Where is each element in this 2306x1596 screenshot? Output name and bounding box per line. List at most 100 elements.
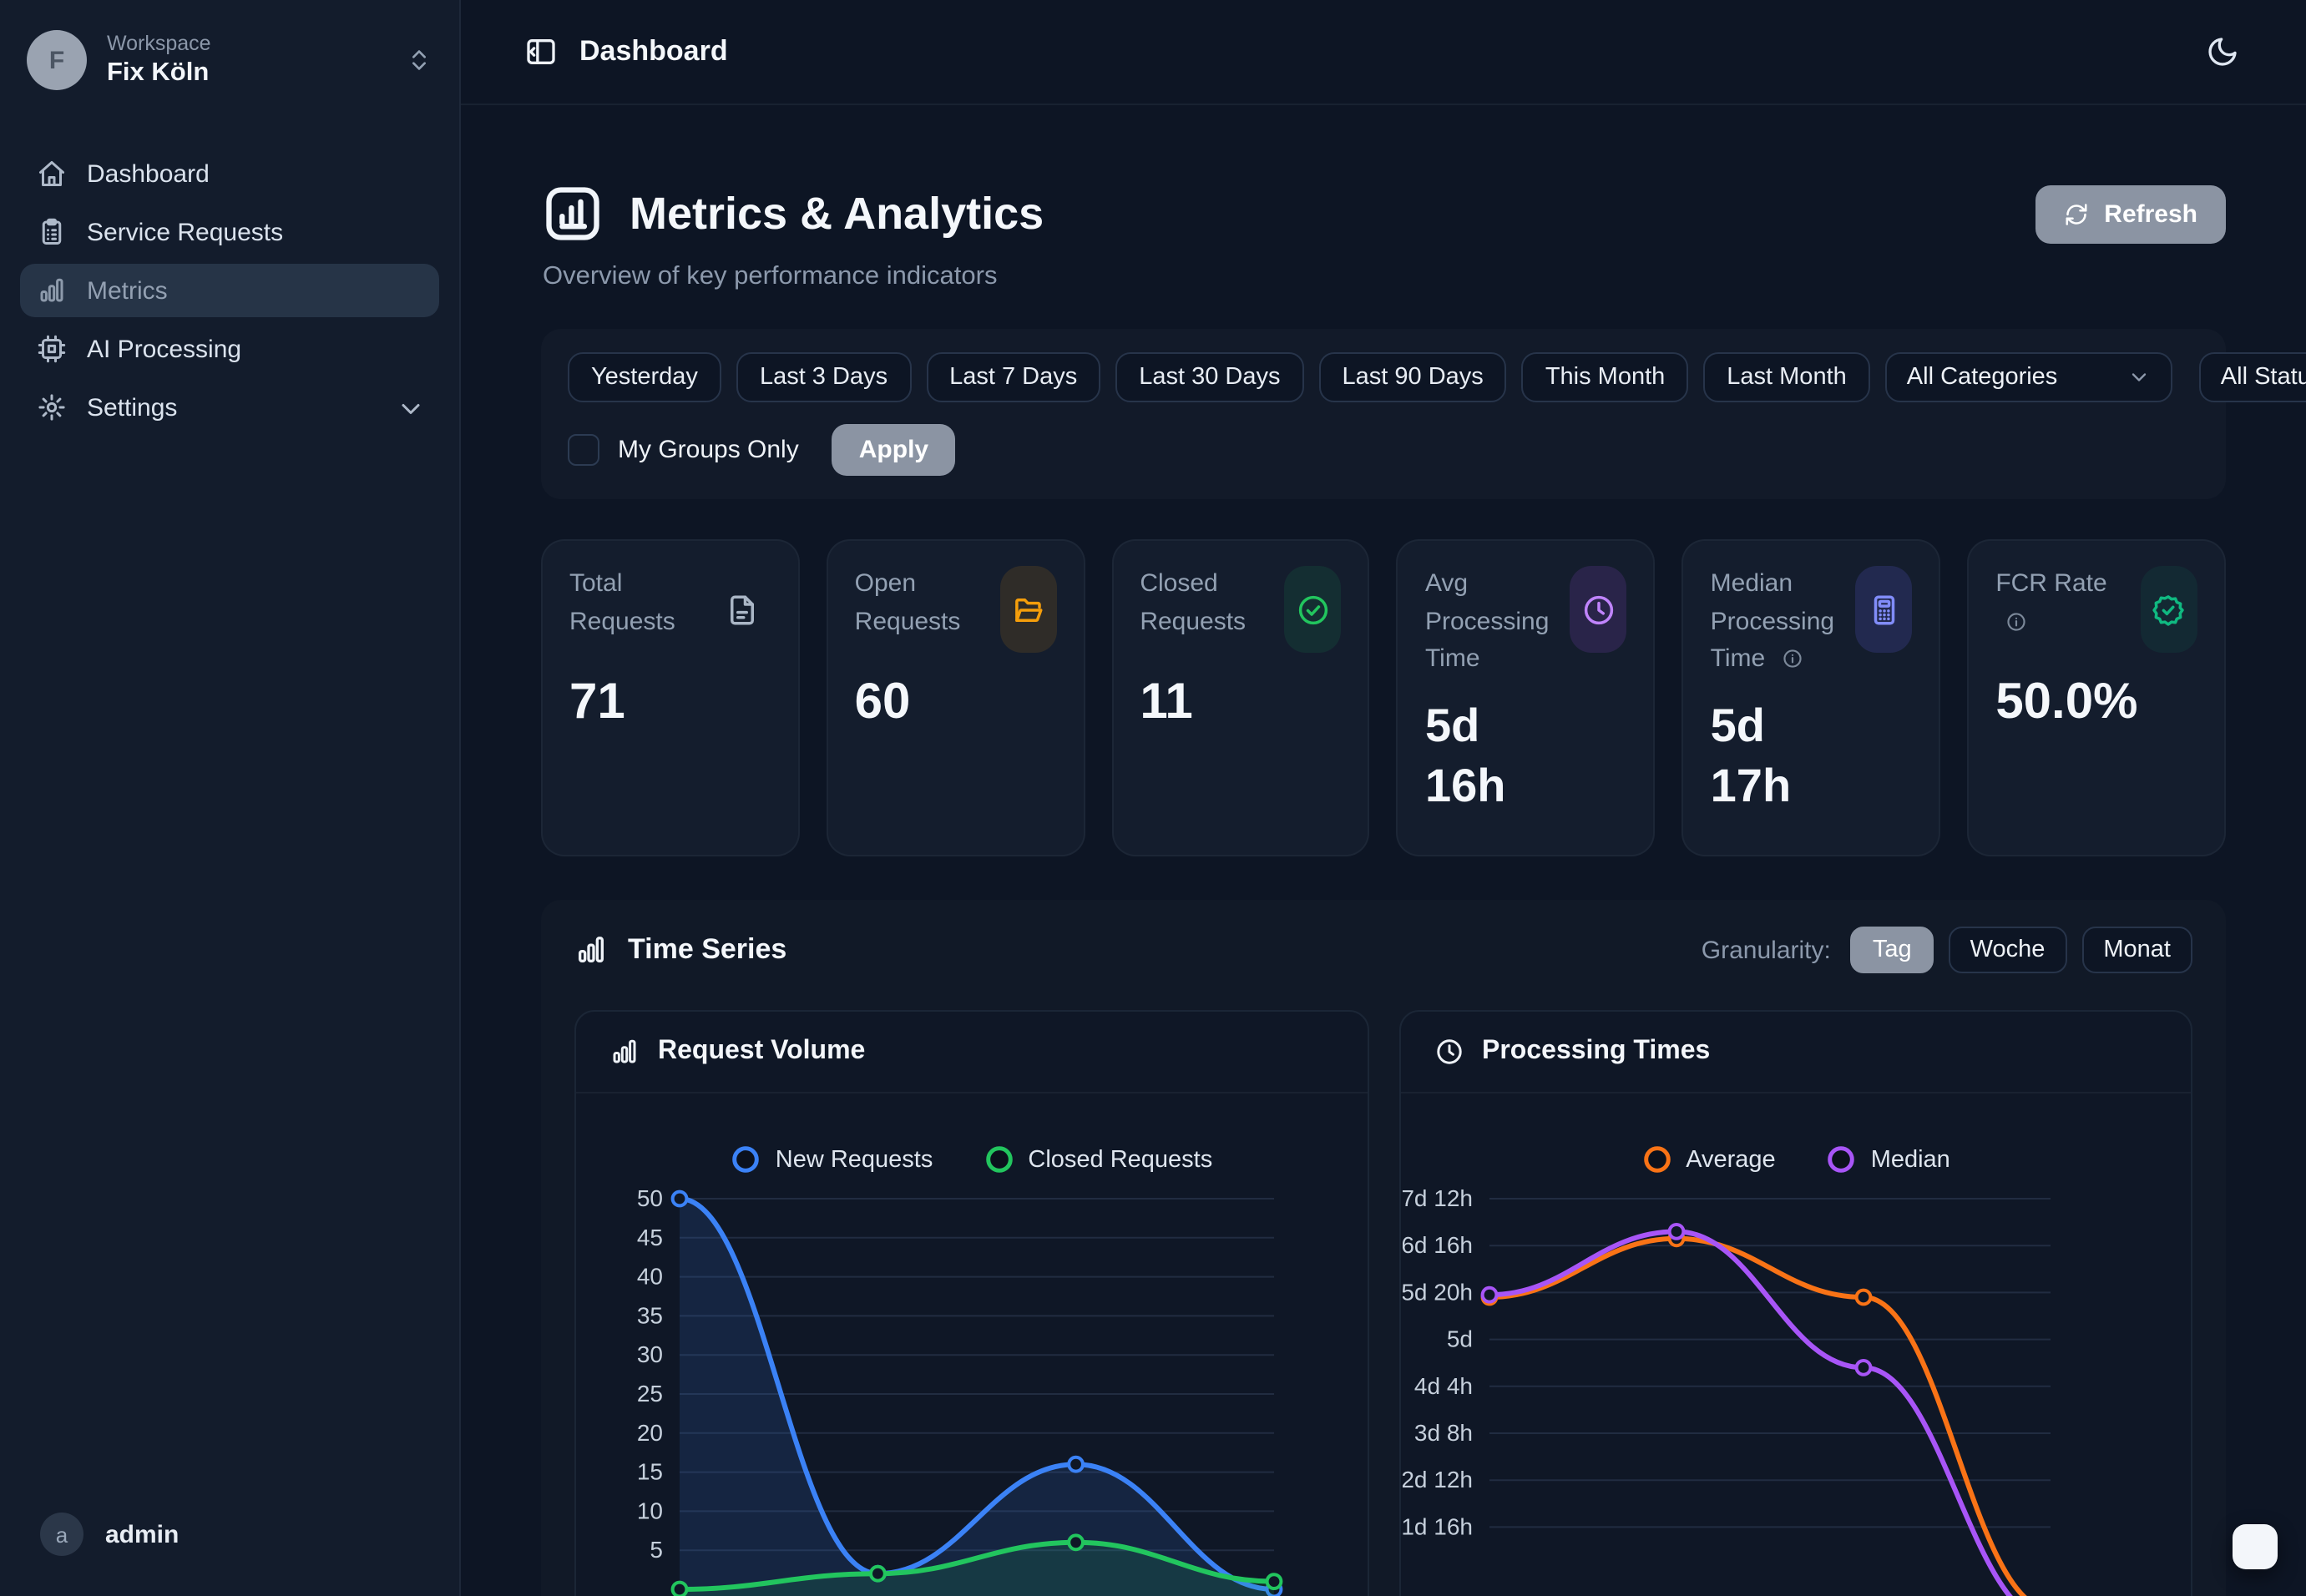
stat-card-top: Open Requests	[855, 566, 1057, 653]
stat-card-median-processing-time: Median Processing Time 5d 17h	[1682, 539, 1941, 856]
legend-item-median[interactable]: Median	[1826, 1144, 1950, 1175]
svg-text:35: 35	[636, 1302, 662, 1328]
time-series-panel: Time Series Granularity: Tag Woche Monat R…	[541, 900, 2226, 1596]
svg-text:5: 5	[650, 1537, 663, 1563]
workspace-label: Workspace	[107, 30, 211, 58]
stat-card-top: Closed Requests	[1140, 566, 1342, 653]
legend-label: Closed Requests	[1028, 1146, 1212, 1173]
legend-item-new-requests[interactable]: New Requests	[731, 1144, 933, 1175]
sidebar-item-ai-processing[interactable]: AI Processing	[20, 323, 439, 376]
content: Metrics & Analytics Refresh Overview of …	[461, 105, 2306, 1596]
stat-value: 5d 16h	[1425, 695, 1627, 817]
panel-left-icon[interactable]	[524, 35, 558, 68]
sidebar-item-label: Settings	[87, 394, 177, 422]
sidebar-item-dashboard[interactable]: Dashboard	[20, 148, 439, 201]
stat-value: 71	[569, 669, 771, 735]
request-volume-card: Request Volume New Requests Closed Reques…	[574, 1010, 1368, 1596]
svg-text:45: 45	[636, 1225, 662, 1250]
stat-value: 50.0%	[1995, 669, 2197, 735]
sidebar-item-label: Dashboard	[87, 160, 210, 189]
stat-card-closed-requests: Closed Requests11	[1111, 539, 1370, 856]
legend-label: Average	[1686, 1146, 1776, 1173]
page-subtitle: Overview of key performance indicators	[543, 262, 2226, 292]
range-pill-last-month[interactable]: Last Month	[1703, 352, 1870, 402]
stat-label: Total Requests	[569, 566, 701, 653]
divider	[576, 1092, 1367, 1093]
sidebar-item-metrics[interactable]: Metrics	[20, 265, 439, 318]
filter-row-ranges: Yesterday Last 3 Days Last 7 Days Last 30 D…	[568, 352, 2199, 402]
legend-label: New Requests	[776, 1146, 933, 1173]
legend-label: Median	[1871, 1146, 1950, 1173]
info-icon	[2005, 610, 2027, 632]
request-volume-title: Request Volume	[658, 1037, 865, 1067]
processing-times-header: Processing Times	[1400, 1012, 2191, 1092]
sidebar-item-label: AI Processing	[87, 336, 241, 364]
svg-text:40: 40	[636, 1264, 662, 1290]
workspace-switcher[interactable]: F Workspace Fix Köln	[0, 0, 459, 111]
clipboard-icon	[37, 218, 67, 248]
stat-card-avg-processing-time: Avg Processing Time 5d 16h	[1397, 539, 1656, 856]
range-pill-last-7-days[interactable]: Last 7 Days	[926, 352, 1100, 402]
stat-label: Open Requests	[855, 566, 987, 653]
moon-icon[interactable]	[2206, 35, 2239, 68]
svg-text:5d: 5d	[1447, 1326, 1473, 1352]
clock-icon	[1570, 566, 1627, 653]
sidebar-item-settings[interactable]: Settings	[20, 381, 439, 435]
granularity-group: Granularity: Tag Woche Monat	[1702, 927, 2192, 973]
folder-open-icon	[999, 566, 1056, 653]
status-select[interactable]: All Statuses	[2199, 352, 2306, 402]
request-volume-legend: New Requests Closed Requests	[576, 1144, 1367, 1175]
refresh-button[interactable]: Refresh	[2035, 184, 2226, 243]
range-pill-this-month[interactable]: This Month	[1522, 352, 1688, 402]
check-circle-icon	[1285, 566, 1342, 653]
calculator-icon	[1855, 566, 1912, 653]
range-pill-yesterday[interactable]: Yesterday	[568, 352, 721, 402]
stat-card-top: Avg Processing Time	[1425, 566, 1627, 679]
range-pill-last-3-days[interactable]: Last 3 Days	[736, 352, 911, 402]
request-volume-header: Request Volume	[576, 1012, 1367, 1092]
sidebar-user[interactable]: a admin	[0, 1486, 459, 1596]
sidebar-item-service-requests[interactable]: Service Requests	[20, 206, 439, 260]
granularity-woche[interactable]: Woche	[1949, 927, 2067, 973]
svg-text:4d 4h: 4d 4h	[1414, 1373, 1473, 1399]
processing-times-title: Processing Times	[1482, 1037, 1710, 1067]
user-avatar: a	[40, 1513, 83, 1556]
range-pill-last-30-days[interactable]: Last 30 Days	[1115, 352, 1303, 402]
topbar: Dashboard	[461, 0, 2306, 105]
my-groups-label: My Groups Only	[618, 436, 799, 464]
granularity-label: Granularity:	[1702, 936, 1831, 964]
granularity-tag[interactable]: Tag	[1851, 927, 1934, 973]
floating-widget-button[interactable]	[2233, 1524, 2278, 1569]
apply-button[interactable]: Apply	[832, 424, 955, 476]
svg-text:25: 25	[636, 1381, 662, 1407]
divider	[1400, 1092, 2191, 1093]
time-series-title: Time Series	[628, 933, 786, 967]
chevron-down-icon	[2127, 366, 2151, 389]
filter-row-actions: My Groups Only Apply	[568, 424, 2199, 476]
bar-chart-icon	[574, 933, 608, 967]
granularity-monat[interactable]: Monat	[2081, 927, 2192, 973]
svg-text:6d 16h: 6d 16h	[1403, 1232, 1474, 1258]
processing-times-chart: 7d 12h6d 16h5d 20h5d4d 4h3d 8h2d 12h1d 1…	[1403, 1185, 2188, 1596]
svg-text:10: 10	[636, 1498, 662, 1523]
category-select[interactable]: All Categories	[1885, 352, 2172, 402]
stat-card-top: FCR Rate	[1995, 566, 2197, 653]
status-select-value: All Statuses	[2221, 364, 2306, 391]
workspace-meta: Workspace Fix Köln	[107, 30, 211, 91]
charts-grid: Request Volume New Requests Closed Reques…	[574, 1010, 2192, 1596]
my-groups-checkbox[interactable]	[568, 434, 599, 466]
refresh-label: Refresh	[2104, 200, 2197, 228]
svg-text:5d 20h: 5d 20h	[1403, 1279, 1474, 1305]
processing-times-card: Processing Times AverageMedian 7d 12h6d …	[1398, 1010, 2192, 1596]
sidebar-item-label: Metrics	[87, 277, 168, 306]
user-name: admin	[105, 1520, 179, 1548]
granularity-buttons: Tag Woche Monat	[1851, 927, 2192, 973]
range-pill-last-90-days[interactable]: Last 90 Days	[1319, 352, 1507, 402]
stat-label: FCR Rate	[1995, 566, 2127, 653]
gear-icon	[37, 393, 67, 423]
legend-item-closed-requests[interactable]: Closed Requests	[983, 1144, 1212, 1175]
legend-item-average[interactable]: Average	[1641, 1144, 1776, 1175]
stat-card-top: Median Processing Time	[1711, 566, 1913, 679]
chevrons-up-down-icon	[406, 47, 432, 73]
stat-card-top: Total Requests	[569, 566, 771, 653]
